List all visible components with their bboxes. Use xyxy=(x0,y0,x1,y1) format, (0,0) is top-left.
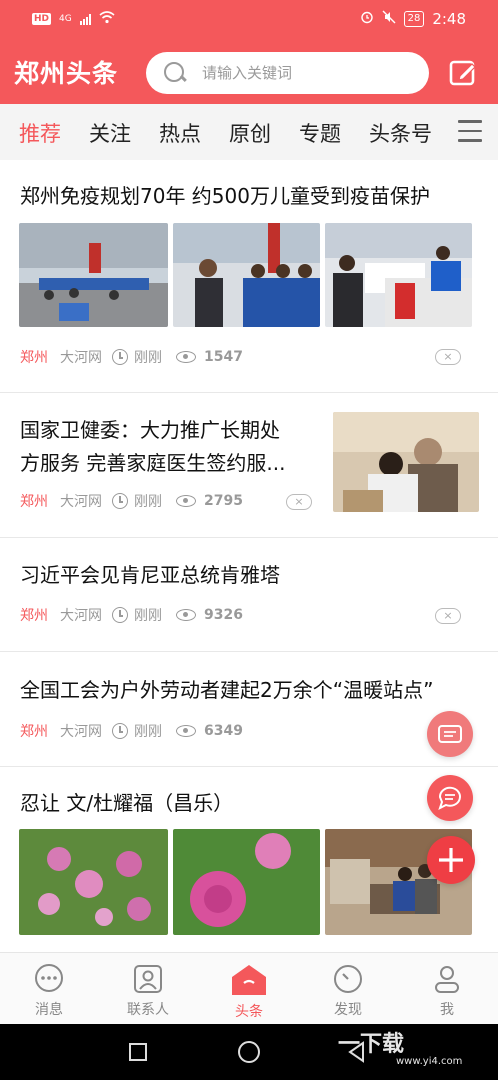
article-card[interactable]: 郑州免疫规划70年 约500万儿童受到疫苗保护 郑州 大河网 刚刚 1547 × xyxy=(0,160,498,393)
nav-label: 我 xyxy=(440,1002,454,1018)
views-icon xyxy=(176,609,196,621)
clock-icon xyxy=(112,723,128,739)
status-bar: HD 4G 28 2:48 xyxy=(0,0,498,40)
tab-follow[interactable]: 关注 xyxy=(89,118,131,148)
plus-icon xyxy=(439,848,463,872)
nav-discover[interactable]: 发现 xyxy=(313,963,383,1019)
add-button[interactable] xyxy=(427,836,475,884)
article-image[interactable] xyxy=(333,412,479,512)
bottom-nav: 消息 联系人 头条 发现 我 xyxy=(0,952,498,1024)
article-views: 9326 xyxy=(204,607,243,623)
mute-icon xyxy=(382,10,396,28)
nav-headlines[interactable]: 头条 xyxy=(214,963,284,1021)
article-publisher: 大河网 xyxy=(60,608,102,624)
tab-original[interactable]: 原创 xyxy=(229,118,271,148)
clock-icon xyxy=(112,493,128,509)
article-views: 6349 xyxy=(204,723,243,739)
article-time: 刚刚 xyxy=(134,350,162,366)
chat-icon xyxy=(438,786,461,810)
article-publisher: 大河网 xyxy=(60,494,102,510)
article-title[interactable]: 郑州免疫规划70年 约500万儿童受到疫苗保护 xyxy=(20,178,430,214)
tab-topics[interactable]: 专题 xyxy=(299,118,341,148)
hd-badge: HD xyxy=(32,13,52,25)
article-card[interactable]: 国家卫健委：大力推广长期处 方服务 完善家庭医生签约服... 郑州 大河网 刚刚… xyxy=(0,393,498,538)
network-label: 4G xyxy=(59,14,72,24)
views-icon xyxy=(176,495,196,507)
system-navigation-bar xyxy=(0,1024,498,1080)
nav-label: 发现 xyxy=(334,1002,362,1018)
article-views: 1547 xyxy=(204,349,243,365)
wifi-icon xyxy=(99,11,115,27)
article-card[interactable]: 习近平会见肯尼亚总统肯雅塔 郑州 大河网 刚刚 9326 × xyxy=(0,538,498,652)
article-image[interactable] xyxy=(173,829,320,935)
app-header: HD 4G 28 2:48 郑州头条 xyxy=(0,0,498,104)
battery-indicator: 28 xyxy=(403,11,425,27)
menu-icon[interactable] xyxy=(458,120,482,142)
article-time: 刚刚 xyxy=(134,724,162,740)
article-time: 刚刚 xyxy=(134,608,162,624)
nav-messages[interactable]: 消息 xyxy=(14,963,84,1019)
video-button[interactable] xyxy=(427,711,473,757)
category-tabs: 推荐 关注 热点 原创 专题 头条号 xyxy=(0,104,498,160)
views-icon xyxy=(176,351,196,363)
article-card[interactable]: 全国工会为户外劳动者建起2万余个“温暖站点” 郑州 大河网 刚刚 6349 xyxy=(0,652,498,767)
article-title[interactable]: 全国工会为户外劳动者建起2万余个“温暖站点” xyxy=(20,672,433,708)
article-title-line-2[interactable]: 方服务 完善家庭医生签约服... xyxy=(20,445,285,481)
watermark-text: 一下载 xyxy=(338,1032,405,1057)
home-circle-icon[interactable] xyxy=(238,1041,260,1063)
tab-headline-accounts[interactable]: 头条号 xyxy=(369,118,432,148)
nav-label: 消息 xyxy=(35,1002,63,1018)
article-views: 2795 xyxy=(204,493,243,509)
article-source: 郑州 xyxy=(20,608,48,624)
dismiss-button[interactable]: × xyxy=(435,349,461,365)
article-source: 郑州 xyxy=(20,724,48,740)
article-source: 郑州 xyxy=(20,494,48,510)
article-image[interactable] xyxy=(173,223,320,327)
article-title[interactable]: 习近平会见肯尼亚总统肯雅塔 xyxy=(20,557,280,593)
alarm-icon xyxy=(360,10,374,28)
tv-icon xyxy=(438,725,462,743)
app-title: 郑州头条 xyxy=(14,59,119,88)
nav-label: 头条 xyxy=(235,1004,263,1020)
watermark-url: www.yi4.com xyxy=(396,1056,463,1067)
dismiss-button[interactable]: × xyxy=(435,608,461,624)
contacts-icon xyxy=(134,965,162,993)
search-bar[interactable] xyxy=(146,52,429,94)
chat-fab-button[interactable] xyxy=(427,775,473,821)
clock-icon xyxy=(112,349,128,365)
tab-hot[interactable]: 热点 xyxy=(159,118,201,148)
edit-button[interactable] xyxy=(448,58,478,88)
article-title-line-1[interactable]: 国家卫健委：大力推广长期处 xyxy=(20,412,280,448)
compass-icon xyxy=(334,965,362,993)
article-time: 刚刚 xyxy=(134,494,162,510)
edit-icon xyxy=(449,60,476,86)
article-card[interactable]: 忍让 文/杜耀福（昌乐） xyxy=(0,767,498,952)
clock-icon xyxy=(112,607,128,623)
article-publisher: 大河网 xyxy=(60,724,102,740)
recent-apps-icon[interactable] xyxy=(129,1043,147,1061)
article-source: 郑州 xyxy=(20,350,48,366)
chat-bubble-icon xyxy=(35,964,63,992)
home-icon xyxy=(232,965,266,995)
article-publisher: 大河网 xyxy=(60,350,102,366)
nav-me[interactable]: 我 xyxy=(412,963,482,1019)
article-image[interactable] xyxy=(19,829,168,935)
nav-contacts[interactable]: 联系人 xyxy=(113,963,183,1019)
article-image[interactable] xyxy=(19,223,168,327)
views-icon xyxy=(176,725,196,737)
search-input[interactable] xyxy=(202,64,402,82)
dismiss-button[interactable]: × xyxy=(286,494,312,510)
article-image[interactable] xyxy=(325,223,472,327)
nav-label: 联系人 xyxy=(127,1002,169,1018)
tab-recommend[interactable]: 推荐 xyxy=(19,118,61,148)
user-icon xyxy=(435,966,459,993)
search-icon xyxy=(162,60,188,86)
signal-icon xyxy=(79,13,91,25)
article-title[interactable]: 忍让 文/杜耀福（昌乐） xyxy=(20,785,233,821)
clock-time: 2:48 xyxy=(432,10,466,28)
